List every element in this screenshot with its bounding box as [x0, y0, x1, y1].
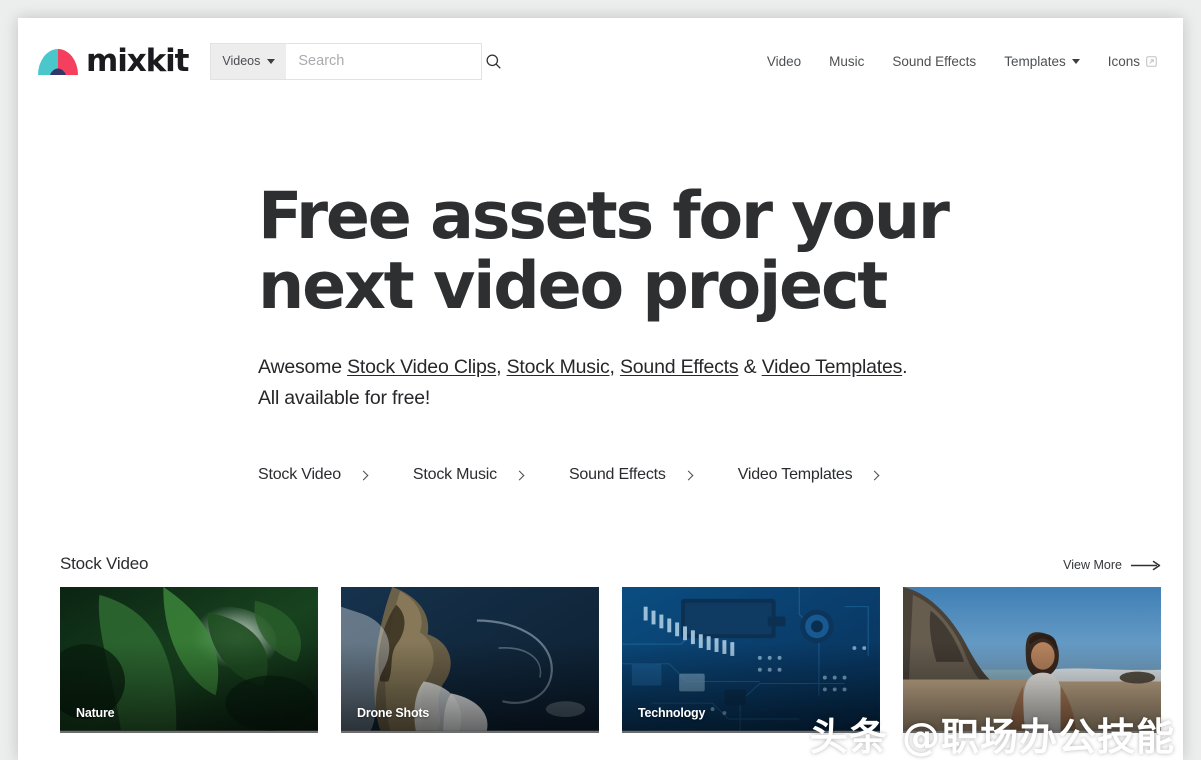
chevron-right-icon — [514, 470, 525, 480]
media-card-nature[interactable]: Nature — [60, 587, 318, 733]
search-scope-dropdown[interactable]: Videos — [211, 43, 287, 79]
section-header: Stock Video View More — [60, 554, 1161, 587]
site-header: mixkit Videos Video Music — [18, 18, 1183, 104]
long-arrow-right-icon — [1131, 560, 1161, 570]
section-title: Stock Video — [60, 554, 149, 573]
page-title: Free assets for your next video project — [258, 182, 958, 322]
nav-item-music[interactable]: Music — [829, 54, 864, 69]
browser-page: mixkit Videos Video Music — [18, 18, 1183, 760]
hero-sub-sep: . — [902, 356, 908, 378]
search-scope-label: Videos — [222, 54, 261, 68]
hero-section: Free assets for your next video project … — [18, 104, 1183, 484]
hero-cta-stock-video[interactable]: Stock Video — [258, 466, 369, 484]
hero-cta-video-templates[interactable]: Video Templates — [737, 466, 880, 484]
hero-cta-sound-effects[interactable]: Sound Effects — [568, 466, 694, 484]
hero-cta-label: Stock Music — [412, 466, 497, 483]
view-more-link[interactable]: View More — [1063, 558, 1161, 574]
nav-label: Sound Effects — [892, 53, 977, 69]
nav-label: Music — [829, 53, 865, 69]
hero-cta-row: Stock Video Stock Music Sound Effects Vi… — [258, 466, 1183, 484]
search-bar: Videos — [210, 42, 502, 80]
nav-item-sound-effects[interactable]: Sound Effects — [892, 54, 976, 69]
hero-sub-link-sound-effects[interactable]: Sound Effects — [620, 356, 739, 378]
hero-sub-line2: All available for free! — [258, 387, 431, 409]
hero-sub-link-stock-video-clips[interactable]: Stock Video Clips — [347, 356, 496, 378]
nav-label: Templates — [1004, 53, 1066, 69]
hero-cta-label: Video Templates — [737, 466, 853, 483]
hero-cta-label: Stock Video — [258, 466, 341, 483]
search-field — [286, 44, 512, 79]
media-card-technology[interactable]: Technology — [622, 587, 880, 733]
hero-sub-prefix: Awesome — [258, 356, 348, 378]
media-card-beach[interactable] — [903, 587, 1161, 733]
hero-title-line1: Free assets for your — [258, 179, 950, 254]
card-grid: Nature Drone Shots Technology — [60, 587, 1161, 733]
view-more-label: View More — [1063, 558, 1122, 572]
nav-label: Icons — [1107, 53, 1140, 69]
chevron-right-icon — [869, 470, 880, 480]
hero-sub-link-stock-music[interactable]: Stock Music — [507, 356, 610, 378]
external-link-icon — [1146, 55, 1157, 67]
hero-subtitle: Awesome Stock Video Clips, Stock Music, … — [258, 352, 1018, 414]
nav-label: Video — [766, 53, 802, 69]
media-card-drone-shots[interactable]: Drone Shots — [341, 587, 599, 733]
brand-wordmark: mixkit — [86, 42, 189, 79]
card-label: Drone Shots — [357, 706, 430, 720]
hero-sub-sep: , — [609, 356, 620, 378]
card-label: Technology — [638, 706, 706, 720]
chevron-right-icon — [683, 470, 694, 480]
brand-logo[interactable]: mixkit — [38, 42, 189, 79]
card-gradient — [903, 642, 1161, 733]
nav-item-templates[interactable]: Templates — [1004, 54, 1080, 69]
hero-cta-stock-music[interactable]: Stock Music — [412, 466, 525, 484]
hero-cta-label: Sound Effects — [568, 466, 666, 483]
hero-sub-sep: , — [496, 356, 507, 378]
hero-sub-link-video-templates[interactable]: Video Templates — [762, 356, 903, 378]
stock-video-section: Stock Video View More Nature Drone Shots… — [18, 554, 1183, 733]
chevron-down-icon — [267, 58, 276, 64]
hero-sub-sep: & — [738, 356, 762, 378]
hero-title-line2: next video project — [258, 249, 888, 324]
search-icon[interactable] — [485, 53, 502, 70]
mixkit-arc-logo-icon — [38, 49, 78, 75]
nav-item-icons[interactable]: Icons — [1108, 54, 1157, 69]
card-label: Nature — [76, 706, 115, 720]
chevron-down-icon — [1071, 58, 1080, 64]
main-nav: Video Music Sound Effects Templates Icon… — [767, 54, 1161, 69]
nav-item-video[interactable]: Video — [767, 54, 801, 69]
chevron-right-icon — [358, 470, 369, 480]
search-input[interactable] — [298, 53, 486, 69]
